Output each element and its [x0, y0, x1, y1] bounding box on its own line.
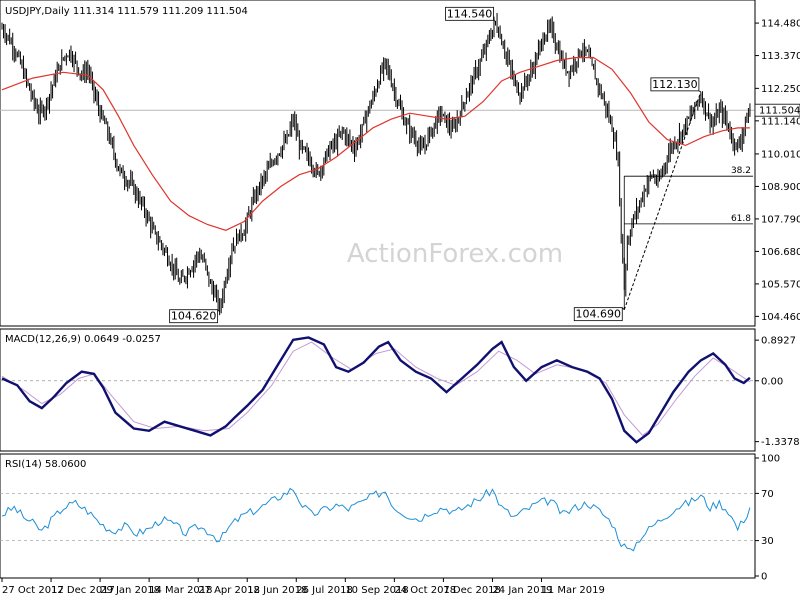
- price-panel-frame: [0, 0, 756, 327]
- annotation-label: 104.690: [576, 308, 622, 321]
- price-y-tick-label: 106.680: [761, 247, 800, 258]
- price-y-tick-label: 104.460: [761, 312, 800, 323]
- watermark: ActionForex.com: [347, 239, 563, 269]
- macd-panel-title: MACD(12,26,9) 0.0649 -0.0257: [5, 334, 161, 345]
- price-y-tick-label: 105.570: [761, 279, 800, 290]
- fib-level-label: 61.8: [731, 214, 751, 224]
- macd-y-tick-label: 0.00: [761, 376, 783, 387]
- price-y-tick-label: 111.140: [761, 116, 800, 127]
- rsi-y-tick-label: 30: [761, 536, 774, 547]
- rsi-y-tick-label: 0: [761, 572, 767, 583]
- usdjpy-chart: ActionForex.com USDJPY,Daily 111.314 111…: [0, 0, 800, 596]
- annotation-label: 114.540: [447, 7, 493, 20]
- price-annotation: 104.690: [573, 307, 625, 322]
- rsi-y-tick-label: 70: [761, 489, 774, 500]
- price-y-tick-label: 113.370: [761, 51, 800, 62]
- price-y-tick-label: 108.900: [761, 182, 800, 193]
- chart-root: ActionForex.com USDJPY,Daily 111.314 111…: [0, 0, 800, 600]
- annotation-label: 112.130: [652, 78, 698, 91]
- price-annotation: 104.620: [169, 309, 220, 324]
- price-y-tick-label: 112.250: [761, 84, 800, 95]
- price-y-tick-label: 114.480: [761, 19, 800, 30]
- price-y-tick-label: 110.010: [761, 149, 800, 160]
- price-panel-title: USDJPY,Daily 111.314 111.579 111.209 111…: [5, 6, 248, 17]
- rsi-y-tick-label: 100: [761, 454, 780, 465]
- rsi-panel-frame: [0, 453, 756, 579]
- current-price-label: 111.504: [759, 106, 800, 117]
- price-y-tick-label: 107.790: [761, 214, 800, 225]
- annotation-label: 104.620: [171, 310, 217, 323]
- price-annotation: 114.540: [445, 6, 496, 22]
- fib-level-label: 38.2: [731, 166, 751, 176]
- price-annotation: 112.130: [650, 77, 702, 93]
- rsi-panel-title: RSI(14) 58.0600: [5, 459, 86, 470]
- x-tick-label: 11 Mar 2019: [541, 585, 604, 596]
- macd-y-tick-label: 0.8927: [761, 336, 796, 347]
- macd-y-tick-label: -1.3378: [761, 437, 800, 448]
